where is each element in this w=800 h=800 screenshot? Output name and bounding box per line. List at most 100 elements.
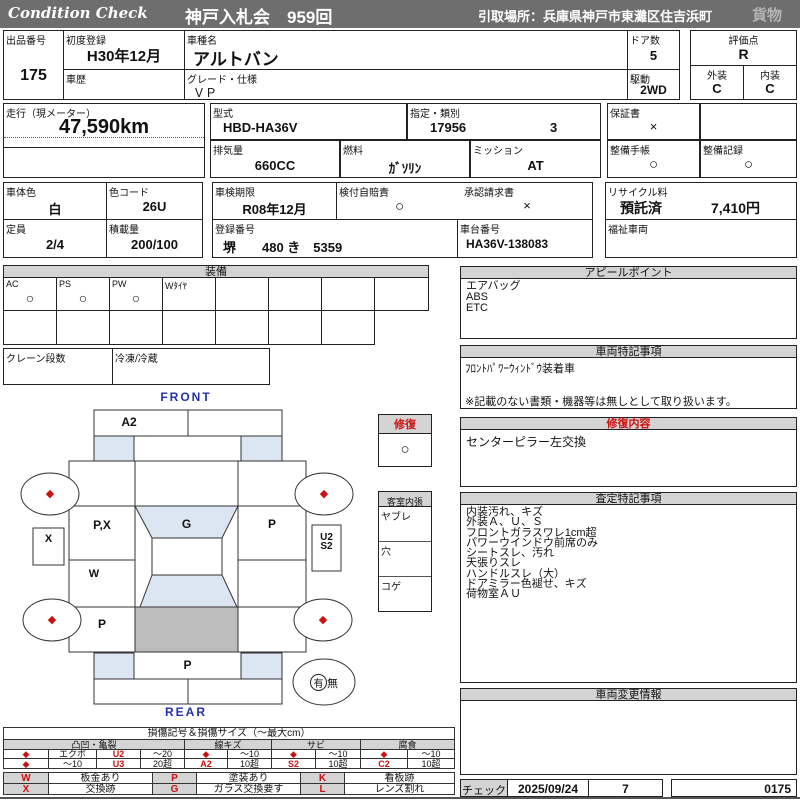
vehicle-notes-box: 車両特記事項 ﾌﾛﾝﾄﾊﾟﾜｰｳｨﾝﾄﾞｳ装着車 ※記載のない書類・機器等は無し… <box>460 345 797 409</box>
score-value: R <box>738 46 749 62</box>
equipment-cell-empty <box>215 310 269 345</box>
equipment-label-pw: PW <box>112 279 127 289</box>
body-color-cell: 車体色 白 <box>3 182 107 220</box>
warranty-cell: 保証書 × <box>607 103 700 140</box>
history-label: 車歴 <box>66 75 86 86</box>
class-cell: 指定・類別 17956 3 <box>407 103 601 140</box>
symbol-desc-g: ガラス交換要す <box>196 783 301 795</box>
transmission-cell: ミッション AT <box>470 140 601 178</box>
model-name-cell: 車種名 アルトバン <box>184 30 628 70</box>
interior-item-tear: ヤブレ <box>381 512 411 523</box>
equipment-cell-empty <box>109 310 163 345</box>
doors-value: 5 <box>649 48 658 63</box>
legend-text: 10超 <box>315 758 361 769</box>
equipment-cell-empty <box>56 310 110 345</box>
class-value-1: 17956 <box>430 120 467 135</box>
spare-tire-yes: 有 <box>310 674 327 691</box>
check-number-value: 7 <box>622 782 629 796</box>
fridge-freezer-cell: 冷凍/冷蔵 <box>112 348 270 385</box>
approval-label: 承認請求書 <box>464 188 514 199</box>
capacity-label: 定員 <box>6 225 26 236</box>
displacement-cell: 排気量 660CC <box>210 140 340 178</box>
insurance-value: ○ <box>394 198 405 215</box>
chassis-number-value: HA36V-138083 <box>466 237 549 251</box>
interior-item-burn: コゲ <box>381 582 401 593</box>
grade-cell: グレード・仕様 ＶＰ <box>184 69 628 100</box>
recycle-fee-value: 7,410円 <box>711 200 761 216</box>
model-code-value: HBD-HA36V <box>223 120 298 135</box>
warranty-label: 保証書 <box>610 109 640 120</box>
mileage-cell: 走行（現メーター） 47,590km <box>3 103 205 178</box>
approval-value: × <box>523 198 531 213</box>
maintenance-record-cell: 整備記録 ○ <box>700 140 797 178</box>
vehicle-notes-header: 車両特記事項 <box>460 345 797 358</box>
repair-details-box: 修復内容 センターピラー左交換 <box>460 417 797 487</box>
transmission-label: ミッション <box>473 146 523 157</box>
interior-grade-label: 内装 <box>760 71 780 82</box>
equipment-mark-ps: ○ <box>78 290 88 306</box>
rear-label: REAR <box>164 705 207 719</box>
capacity-cell: 定員 2/4 <box>3 219 107 258</box>
wheel-damage-mark-rear-left: ◆ <box>47 614 57 626</box>
wheel-damage-mark-front-right: ◆ <box>319 488 329 500</box>
zone-left-front: P,X <box>93 518 111 532</box>
displacement-value: 660CC <box>254 158 296 173</box>
appeal-line: ETC <box>466 302 488 314</box>
zone-left-rear: P <box>97 617 106 631</box>
front-label: FRONT <box>160 390 212 404</box>
equipment-mark-ac: ○ <box>25 290 35 306</box>
repair-details-line: センターピラー左交換 <box>466 435 587 449</box>
equipment-cell-empty <box>215 277 269 311</box>
legend-diamond: ◆ <box>3 758 49 769</box>
brand-logo: Condition Check <box>8 4 148 22</box>
interior-row-tear: ヤブレ <box>379 507 431 541</box>
cabin-interior-header: 客室内張 <box>379 492 431 507</box>
vehicle-notes-footer: ※記載のない書類・機器等は無しとして取り扱います。 <box>465 396 737 408</box>
sheet-code-value: 0175 <box>764 782 791 796</box>
model-code-label: 型式 <box>213 109 233 120</box>
interior-row-burn: コゲ <box>379 576 431 612</box>
class-value-2: 3 <box>550 120 558 135</box>
inspection-cell: 車検期限 R08年12月 <box>212 182 337 220</box>
interior-grade-value: C <box>765 81 775 96</box>
first-reg-cell: 初度登録 H30年12月 <box>63 30 185 70</box>
equipment-label-ps: PS <box>59 279 72 289</box>
repair-flag-header: 修復 <box>379 415 431 434</box>
recycle-status-value: 預託済 <box>620 200 662 216</box>
check-number-cell: 7 <box>588 779 663 797</box>
interior-row-hole: 穴 <box>379 541 431 577</box>
equipment-mark-pw: ○ <box>131 290 141 306</box>
capacity-value: 2/4 <box>45 237 65 252</box>
drive-cell: 駆動 2WD <box>627 69 680 100</box>
appeal-points-header: アピールポイント <box>460 266 797 279</box>
equipment-cell-empty <box>321 310 375 345</box>
registration-number-label: 登録番号 <box>215 225 255 236</box>
auction-title: 神戸入札会 959回 <box>185 8 333 27</box>
zone-roof: G <box>181 517 192 531</box>
exterior-grade-cell: 外装 C <box>690 65 744 100</box>
score-label: 評価点 <box>728 36 759 47</box>
drive-value: 2WD <box>640 83 667 97</box>
model-code-cell: 型式 HBD-HA36V <box>210 103 407 140</box>
maintenance-book-value: ○ <box>648 156 659 173</box>
pickup-location: 引取場所：兵庫県神戸市東灘区住吉浜町 <box>478 9 713 24</box>
change-info-box: 車両変更情報 <box>460 688 797 775</box>
appeal-points-box: アピールポイント エアバッグ ABS ETC <box>460 266 797 339</box>
wheel-damage-mark-rear-right: ◆ <box>318 614 328 626</box>
legend-text: 10超 <box>227 758 272 769</box>
welfare-vehicle-label: 福祉車両 <box>608 225 648 236</box>
first-reg-value: H30年12月 <box>86 48 162 65</box>
spare-tire-no: 無 <box>327 678 338 690</box>
check-label-cell: チェック <box>460 779 508 797</box>
exterior-grade-value: C <box>712 81 722 96</box>
color-code-label: 色コード <box>109 188 149 199</box>
insurance-cell: 検付自賠責 ○ <box>336 182 463 220</box>
inspection-value: R08年12月 <box>242 202 307 217</box>
insurance-label: 検付自賠責 <box>339 188 389 199</box>
body-color-label: 車体色 <box>6 188 36 199</box>
interior-item-hole: 穴 <box>381 547 391 558</box>
maintenance-book-cell: 整備手帳 ○ <box>607 140 700 178</box>
repair-flag-mark: ○ <box>400 441 410 458</box>
welfare-vehicle-cell: 福祉車両 <box>605 219 797 258</box>
check-date-value: 2025/09/24 <box>517 782 579 796</box>
